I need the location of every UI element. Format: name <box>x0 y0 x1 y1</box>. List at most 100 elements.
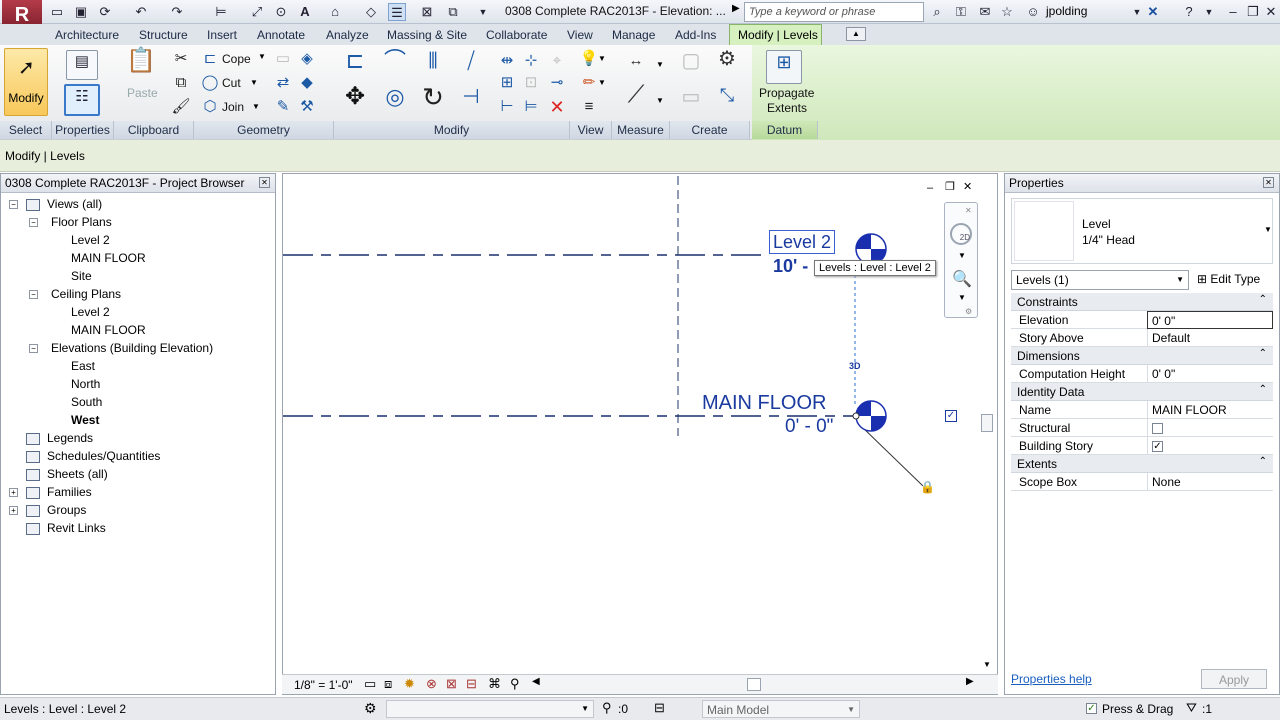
tab-massing-site[interactable]: Massing & Site <box>387 28 467 42</box>
create-assembly-icon[interactable]: ▢ <box>676 50 706 80</box>
view-close-icon[interactable]: ✕ <box>963 180 972 193</box>
wheel-dropdown-icon[interactable]: ▼ <box>958 251 966 260</box>
panel-measure-label[interactable]: Measure <box>612 121 670 139</box>
communication-icon[interactable]: ✉ <box>976 3 994 21</box>
minimize-icon[interactable]: – <box>1224 3 1242 21</box>
tree-expander-icon[interactable]: + <box>9 488 18 497</box>
binoculars-icon[interactable]: ⌕ <box>928 3 946 21</box>
tab-architecture[interactable]: Architecture <box>55 28 119 42</box>
filter-icon[interactable]: ⛛ <box>1186 700 1197 716</box>
section-icon[interactable]: ◇ <box>362 3 380 21</box>
crop-view-icon[interactable]: ⊠ <box>446 676 457 692</box>
propagate-label[interactable]: Propagate <box>759 86 814 100</box>
aligned-dimension-icon[interactable]: ⟋ <box>618 83 654 114</box>
cut-icon[interactable]: ✂ <box>170 48 192 70</box>
type-selector[interactable]: Level 1/4" Head ▼ <box>1011 198 1273 264</box>
property-value[interactable]: MAIN FLOOR <box>1147 401 1273 419</box>
design-option-select[interactable]: Main Model ▼ <box>702 700 860 718</box>
rotate-icon[interactable]: ↻ <box>418 84 448 116</box>
3d-extent-tag[interactable]: 3D <box>849 361 861 371</box>
mirror-pick-axis-icon[interactable]: ⫴ <box>418 50 448 80</box>
view-restore-icon[interactable]: ❐ <box>945 180 955 193</box>
property-value[interactable] <box>1147 419 1273 437</box>
dimension-icon[interactable]: ⤢ <box>248 3 266 21</box>
property-value[interactable]: 0' 0" <box>1147 311 1273 329</box>
match-type-icon[interactable]: 🖌 <box>170 96 192 118</box>
property-value[interactable]: None <box>1147 473 1273 491</box>
create-group-icon[interactable]: ▭ <box>676 86 706 116</box>
tag-icon[interactable]: ⊙ <box>272 3 290 21</box>
properties-help-link[interactable]: Properties help <box>1011 672 1092 686</box>
panel-properties-label[interactable]: Properties <box>52 121 114 139</box>
collapse-chevron-icon[interactable]: ⌃ <box>1259 384 1267 395</box>
navigation-bar-close-icon[interactable]: ✕ <box>965 206 972 215</box>
main-floor-head-symbol[interactable] <box>855 400 887 432</box>
edit-type-button[interactable]: ⊞ Edit Type <box>1195 269 1275 291</box>
extend-icon[interactable]: ⊨ <box>520 96 542 118</box>
scroll-down-arrow-icon[interactable]: ▼ <box>983 660 991 669</box>
favorites-icon[interactable]: ☆ <box>998 3 1016 21</box>
show-crop-icon[interactable]: ⊟ <box>466 676 477 692</box>
tree-item[interactable]: Level 2 <box>71 305 110 319</box>
vertical-scrollbar-thumb[interactable] <box>981 414 993 432</box>
tree-item[interactable]: Sheets (all) <box>47 467 108 481</box>
property-category[interactable]: Dimensions ⌃ <box>1011 347 1273 365</box>
tree-item[interactable]: North <box>71 377 100 391</box>
tab-view[interactable]: View <box>567 28 593 42</box>
cut-geometry-icon[interactable]: ◯ <box>200 72 220 92</box>
save-icon[interactable]: ▣ <box>72 3 90 21</box>
property-checkbox[interactable]: ✓ <box>1152 441 1163 453</box>
tree-expander-icon[interactable]: − <box>29 290 38 299</box>
tab-structure[interactable]: Structure <box>139 28 188 42</box>
properties-close-icon[interactable]: ✕ <box>1263 177 1274 188</box>
tree-expander-icon[interactable]: − <box>29 344 38 353</box>
tree-item[interactable]: Floor Plans <box>51 215 112 229</box>
dimension-dropdown-icon[interactable]: ▼ <box>656 96 664 105</box>
tree-item[interactable]: Revit Links <box>47 521 106 535</box>
type-dropdown-icon[interactable]: ▼ <box>1264 225 1272 234</box>
tree-item[interactable]: East <box>71 359 95 373</box>
close-icon[interactable]: ✕ <box>1262 3 1280 21</box>
scroll-left-arrow-icon[interactable]: ◀ <box>532 676 540 687</box>
exchange-apps-icon[interactable]: ✕ <box>1144 3 1162 21</box>
zoom-dropdown-icon[interactable]: ▼ <box>958 293 966 302</box>
editing-requests-icon[interactable]: ⚲ <box>602 700 612 716</box>
split-gap-icon[interactable]: ⊹ <box>520 50 542 72</box>
delete-icon[interactable]: ✕ <box>546 96 568 118</box>
cut-dropdown-icon[interactable]: ▼ <box>250 78 258 87</box>
paste-icon[interactable]: 📋 <box>126 49 156 84</box>
extents-label[interactable]: Extents <box>767 101 807 115</box>
wall-joins-icon[interactable]: ▭ <box>272 48 294 70</box>
property-checkbox[interactable] <box>1152 423 1163 435</box>
type-properties-icon[interactable]: ▤ <box>66 50 98 80</box>
level-2-name-label[interactable]: Level 2 <box>769 230 836 254</box>
cope-dropdown-icon[interactable]: ▼ <box>258 52 266 61</box>
worksets-icon[interactable]: ⚙ <box>364 700 377 717</box>
panel-select-label[interactable]: Select <box>0 121 52 139</box>
join-dropdown-icon[interactable]: ▼ <box>252 102 260 111</box>
array-icon[interactable]: ⊞ <box>496 72 518 94</box>
subscription-icon[interactable]: ⚿ <box>952 3 970 21</box>
horizontal-scrollbar-thumb[interactable] <box>747 678 761 691</box>
collapse-chevron-icon[interactable]: ⌃ <box>1259 456 1267 467</box>
design-options-icon[interactable]: ⊟ <box>654 700 665 716</box>
drag-endpoint-handle[interactable] <box>852 412 860 420</box>
3d-view-icon[interactable]: ⌂ <box>326 3 344 21</box>
hide-dropdown-icon[interactable]: ▼ <box>598 54 606 63</box>
tab-insert[interactable]: Insert <box>207 28 237 42</box>
tab-collaborate[interactable]: Collaborate <box>486 28 547 42</box>
measure-dropdown-icon[interactable]: ▼ <box>656 60 664 69</box>
tree-item[interactable]: Level 2 <box>71 233 110 247</box>
hide-bubble-checkbox[interactable]: ✓ <box>945 410 957 422</box>
qat-dropdown-icon[interactable]: ▼ <box>474 3 492 21</box>
property-category[interactable]: Identity Data ⌃ <box>1011 383 1273 401</box>
open-icon[interactable]: ▭ <box>48 3 66 21</box>
property-category[interactable]: Constraints ⌃ <box>1011 293 1273 311</box>
tree-item[interactable]: Ceiling Plans <box>51 287 121 301</box>
move-icon[interactable]: ✥ <box>340 85 370 116</box>
apply-button[interactable]: Apply <box>1201 669 1267 689</box>
undo-icon[interactable]: ↶ <box>132 3 150 21</box>
tab-manage[interactable]: Manage <box>612 28 655 42</box>
tree-item[interactable]: Families <box>47 485 92 499</box>
lock-icon[interactable]: 🔒 <box>920 480 935 494</box>
